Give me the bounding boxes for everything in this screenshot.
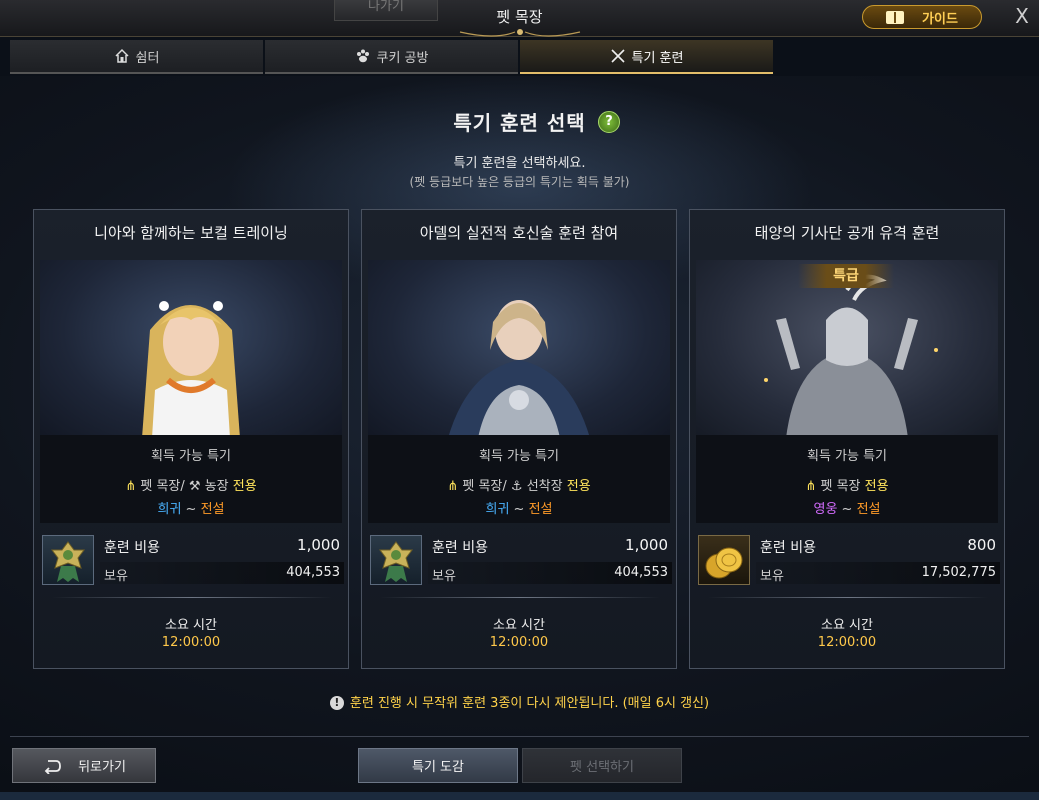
grade-to: 전설 <box>528 502 553 517</box>
available-skill-header: 획득 가능 특기 <box>806 449 888 464</box>
cost-value: 800 <box>967 536 996 554</box>
tab-cookie-workshop-label: 쿠키 공방 <box>376 50 429 66</box>
grade-from: 영웅 <box>813 502 838 517</box>
grass-icon: ⋔ <box>447 479 459 494</box>
tab-skill-training-label: 특기 훈련 <box>631 50 684 66</box>
time-value: 12:00:00 <box>161 635 221 650</box>
time-label: 소요 시간 <box>165 618 217 633</box>
skill-place: 농장 <box>204 479 229 494</box>
skill-location: ⋔ 펫 목장/ ⚓ 선착장 전용 <box>368 475 670 494</box>
grass-icon: ⋔ <box>125 479 137 494</box>
grade-from: 희귀 <box>157 502 182 517</box>
bottom-divider <box>10 736 1029 737</box>
card-title: 니아와 함께하는 보컬 트레이닝 <box>94 224 288 242</box>
divider <box>708 597 988 598</box>
training-card-1[interactable]: 니아와 함께하는 보컬 트레이닝 획득 가능 특기 ⋔ 펫 목장/ ⚒ 농장 전… <box>33 209 349 669</box>
skill-suffix: 전용 <box>232 479 257 494</box>
tab-shelter[interactable]: 쉼터 <box>10 40 263 74</box>
grade-range: 영웅 ~ 전설 <box>696 498 998 517</box>
skill-main: 펫 목장/ <box>140 479 185 494</box>
skill-suffix: 전용 <box>566 479 591 494</box>
grade-range: 희귀 ~ 전설 <box>368 498 670 517</box>
house-icon <box>115 48 129 63</box>
footer-strip <box>0 792 1039 800</box>
section-title: 특기 훈련 선택 <box>453 111 586 135</box>
select-pet-button[interactable]: 펫 선택하기 <box>522 748 682 783</box>
training-card-2[interactable]: 아델의 실전적 호신술 훈련 참여 획득 가능 특기 ⋔ 펫 목장/ ⚓ 선착장… <box>361 209 677 669</box>
cost-value: 1,000 <box>625 536 668 554</box>
skill-location: ⋔ 펫 목장/ ⚒ 농장 전용 <box>40 475 342 494</box>
return-arrow-icon <box>44 759 61 774</box>
tab-shelter-label: 쉼터 <box>135 50 160 66</box>
guide-label: 가이드 <box>922 11 958 27</box>
divider <box>52 597 332 598</box>
training-medal-icon <box>42 535 94 585</box>
notice-text: 훈련 진행 시 무작위 훈련 3종이 다시 제안됩니다. (매일 6시 갱신) <box>349 696 710 711</box>
owned-label: 보유 <box>432 569 456 584</box>
gold-coins-icon <box>698 535 750 585</box>
training-medal-icon <box>370 535 422 585</box>
help-button[interactable]: ? <box>598 111 620 133</box>
time-value: 12:00:00 <box>489 635 549 650</box>
guide-button[interactable]: 가이드 <box>862 5 982 29</box>
owned-label: 보유 <box>760 569 784 584</box>
tab-skill-training[interactable]: 특기 훈련 <box>520 40 773 74</box>
owned-label: 보유 <box>104 569 128 584</box>
grade-to: 전설 <box>200 502 225 517</box>
grade-sep: ~ <box>841 502 853 517</box>
available-skill-panel: 획득 가능 특기 ⋔ 펫 목장 전용 영웅 ~ 전설 <box>696 435 998 523</box>
grade-sep: ~ <box>513 502 525 517</box>
time-label: 소요 시간 <box>493 618 545 633</box>
skill-main: 펫 목장/ <box>462 479 507 494</box>
crossed-swords-icon <box>610 49 625 63</box>
sub-instruction-text: (펫 등급보다 높은 등급의 특기는 획득 불가) <box>409 175 630 189</box>
grade-sep: ~ <box>185 502 197 517</box>
top-bar: 나가기 펫 목장 가이드 X <box>0 0 1039 37</box>
owned-value: 404,553 <box>286 565 340 580</box>
divider <box>380 597 660 598</box>
available-skill-panel: 획득 가능 특기 ⋔ 펫 목장/ ⚒ 농장 전용 희귀 ~ 전설 <box>40 435 342 523</box>
skill-book-button[interactable]: 특기 도감 <box>358 748 518 783</box>
card-title: 아델의 실전적 호신술 훈련 참여 <box>419 224 619 242</box>
grade-to: 전설 <box>856 502 881 517</box>
anchor-icon: ⚓ <box>510 479 523 494</box>
available-skill-header: 획득 가능 특기 <box>478 449 560 464</box>
cost-label: 훈련 비용 <box>432 540 488 556</box>
refresh-notice: ! 훈련 진행 시 무작위 훈련 3종이 다시 제안됩니다. (매일 6시 갱신) <box>0 692 1039 711</box>
skill-location: ⋔ 펫 목장 전용 <box>696 475 998 494</box>
skill-place: 선착장 <box>526 479 563 494</box>
time-value: 12:00:00 <box>817 635 877 650</box>
grass-icon: ⋔ <box>805 479 817 494</box>
special-grade-badge: 특급 <box>798 264 894 288</box>
owned-value: 17,502,775 <box>921 565 996 580</box>
card-portrait <box>40 260 342 438</box>
skill-suffix: 전용 <box>864 479 889 494</box>
available-skill-panel: 획득 가능 특기 ⋔ 펫 목장/ ⚓ 선착장 전용 희귀 ~ 전설 <box>368 435 670 523</box>
skill-main: 펫 목장 <box>820 479 861 494</box>
cost-label: 훈련 비용 <box>760 540 816 556</box>
girl-portrait-icon <box>142 301 240 438</box>
owned-value: 404,553 <box>614 565 668 580</box>
book-icon <box>886 10 905 24</box>
grade-range: 희귀 ~ 전설 <box>40 498 342 517</box>
cost-value: 1,000 <box>297 536 340 554</box>
close-button[interactable]: X <box>1010 4 1034 28</box>
warning-icon: ! <box>329 696 344 710</box>
card-portrait <box>368 260 670 438</box>
time-label: 소요 시간 <box>821 618 873 633</box>
cost-label: 훈련 비용 <box>104 540 160 556</box>
tab-bar: 쉼터 쿠키 공방 특기 훈련 <box>10 40 1027 74</box>
training-card-3[interactable]: 태양의 기사단 공개 유격 훈련 특급 획득 가능 특기 ⋔ 펫 목장 전용 영… <box>689 209 1005 669</box>
farm-tool-icon: ⚒ <box>188 479 201 494</box>
available-skill-header: 획득 가능 특기 <box>150 449 232 464</box>
card-title: 태양의 기사단 공개 유격 훈련 <box>754 224 940 242</box>
back-label: 뒤로가기 <box>78 760 126 775</box>
knight-portrait-icon <box>448 300 590 438</box>
tab-cookie-workshop[interactable]: 쿠키 공방 <box>265 40 518 74</box>
grade-from: 희귀 <box>485 502 510 517</box>
instruction-text: 특기 훈련을 선택하세요. <box>453 156 586 171</box>
back-button[interactable]: 뒤로가기 <box>12 748 156 783</box>
paw-icon <box>356 49 369 63</box>
